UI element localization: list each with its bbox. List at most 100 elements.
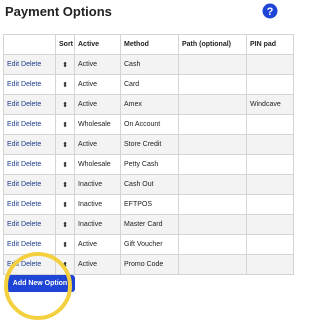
pin-pad-cell bbox=[246, 134, 294, 155]
edit-link[interactable]: Edit bbox=[7, 261, 19, 268]
edit-link[interactable]: Edit bbox=[7, 61, 19, 68]
delete-link[interactable]: Delete bbox=[21, 181, 41, 188]
header-active: Active bbox=[74, 34, 121, 55]
sort-handle-icon[interactable]: ⬍ bbox=[55, 54, 75, 75]
path-cell bbox=[178, 94, 247, 115]
row-actions: Edit Delete bbox=[3, 134, 56, 155]
delete-link[interactable]: Delete bbox=[21, 161, 41, 168]
active-cell: Active bbox=[74, 254, 121, 275]
method-cell: Master Card bbox=[120, 214, 179, 235]
path-cell bbox=[178, 154, 247, 175]
edit-link[interactable]: Edit bbox=[7, 241, 19, 248]
svg-text:?: ? bbox=[267, 6, 274, 18]
delete-link[interactable]: Delete bbox=[21, 81, 41, 88]
active-cell: Active bbox=[74, 94, 121, 115]
delete-link[interactable]: Delete bbox=[21, 61, 41, 68]
edit-link[interactable]: Edit bbox=[7, 81, 19, 88]
header-path: Path (optional) bbox=[178, 34, 247, 55]
table-row: Edit Delete ⬍ Active Card bbox=[3, 74, 294, 95]
header-method: Method bbox=[120, 34, 179, 55]
delete-link[interactable]: Delete bbox=[21, 221, 41, 228]
active-cell: Active bbox=[74, 74, 121, 95]
path-cell bbox=[178, 234, 247, 255]
row-actions: Edit Delete bbox=[3, 194, 56, 215]
table-row: Edit Delete ⬍ Inactive Cash Out bbox=[3, 174, 294, 195]
method-cell: Store Credit bbox=[120, 134, 179, 155]
method-cell: Card bbox=[120, 74, 179, 95]
sort-handle-icon[interactable]: ⬍ bbox=[55, 254, 75, 275]
active-cell: Inactive bbox=[74, 214, 121, 235]
row-actions: Edit Delete bbox=[3, 214, 56, 235]
delete-link[interactable]: Delete bbox=[21, 101, 41, 108]
add-new-option-button[interactable]: Add New Option bbox=[5, 275, 75, 292]
active-cell: Wholesale bbox=[74, 154, 121, 175]
method-cell: Gift Voucher bbox=[120, 234, 179, 255]
page-title: Payment Options bbox=[5, 4, 112, 19]
pin-pad-cell bbox=[246, 154, 294, 175]
delete-link[interactable]: Delete bbox=[21, 121, 41, 128]
path-cell bbox=[178, 134, 247, 155]
edit-link[interactable]: Edit bbox=[7, 161, 19, 168]
table-row: Edit Delete ⬍ Active Cash bbox=[3, 54, 294, 75]
row-actions: Edit Delete bbox=[3, 234, 56, 255]
sort-handle-icon[interactable]: ⬍ bbox=[55, 174, 75, 195]
header-actions bbox=[3, 34, 56, 55]
table-row: Edit Delete ⬍ Wholesale Petty Cash bbox=[3, 154, 294, 175]
pin-pad-cell bbox=[246, 174, 294, 195]
pin-pad-cell bbox=[246, 234, 294, 255]
active-cell: Active bbox=[74, 54, 121, 75]
active-cell: Active bbox=[74, 234, 121, 255]
edit-link[interactable]: Edit bbox=[7, 201, 19, 208]
row-actions: Edit Delete bbox=[3, 254, 56, 275]
pin-pad-cell bbox=[246, 214, 294, 235]
delete-link[interactable]: Delete bbox=[21, 261, 41, 268]
method-cell: On Account bbox=[120, 114, 179, 135]
method-cell: EFTPOS bbox=[120, 194, 179, 215]
active-cell: Inactive bbox=[74, 174, 121, 195]
question-circle-icon[interactable]: ? bbox=[262, 3, 278, 19]
sort-handle-icon[interactable]: ⬍ bbox=[55, 214, 75, 235]
sort-handle-icon[interactable]: ⬍ bbox=[55, 194, 75, 215]
payment-options-table: Sort Active Method Path (optional) PIN p… bbox=[3, 34, 294, 275]
edit-link[interactable]: Edit bbox=[7, 221, 19, 228]
active-cell: Active bbox=[74, 134, 121, 155]
row-actions: Edit Delete bbox=[3, 94, 56, 115]
row-actions: Edit Delete bbox=[3, 174, 56, 195]
sort-handle-icon[interactable]: ⬍ bbox=[55, 134, 75, 155]
edit-link[interactable]: Edit bbox=[7, 101, 19, 108]
sort-handle-icon[interactable]: ⬍ bbox=[55, 154, 75, 175]
edit-link[interactable]: Edit bbox=[7, 181, 19, 188]
row-actions: Edit Delete bbox=[3, 154, 56, 175]
table-row: Edit Delete ⬍ Inactive EFTPOS bbox=[3, 194, 294, 215]
pin-pad-cell: Windcave bbox=[246, 94, 294, 115]
sort-handle-icon[interactable]: ⬍ bbox=[55, 94, 75, 115]
method-cell: Petty Cash bbox=[120, 154, 179, 175]
table-row: Edit Delete ⬍ Inactive Master Card bbox=[3, 214, 294, 235]
edit-link[interactable]: Edit bbox=[7, 121, 19, 128]
pin-pad-cell bbox=[246, 114, 294, 135]
method-cell: Cash Out bbox=[120, 174, 179, 195]
path-cell bbox=[178, 254, 247, 275]
path-cell bbox=[178, 174, 247, 195]
path-cell bbox=[178, 54, 247, 75]
row-actions: Edit Delete bbox=[3, 114, 56, 135]
header-pin-pad: PIN pad bbox=[246, 34, 294, 55]
delete-link[interactable]: Delete bbox=[21, 241, 41, 248]
edit-link[interactable]: Edit bbox=[7, 141, 19, 148]
table-row: Edit Delete ⬍ Active Promo Code bbox=[3, 254, 294, 275]
active-cell: Wholesale bbox=[74, 114, 121, 135]
path-cell bbox=[178, 74, 247, 95]
pin-pad-cell bbox=[246, 254, 294, 275]
delete-link[interactable]: Delete bbox=[21, 141, 41, 148]
delete-link[interactable]: Delete bbox=[21, 201, 41, 208]
sort-handle-icon[interactable]: ⬍ bbox=[55, 114, 75, 135]
table-row: Edit Delete ⬍ Active Amex Windcave bbox=[3, 94, 294, 115]
sort-handle-icon[interactable]: ⬍ bbox=[55, 74, 75, 95]
sort-handle-icon[interactable]: ⬍ bbox=[55, 234, 75, 255]
pin-pad-cell bbox=[246, 54, 294, 75]
row-actions: Edit Delete bbox=[3, 54, 56, 75]
pin-pad-cell bbox=[246, 74, 294, 95]
method-cell: Promo Code bbox=[120, 254, 179, 275]
path-cell bbox=[178, 214, 247, 235]
active-cell: Inactive bbox=[74, 194, 121, 215]
